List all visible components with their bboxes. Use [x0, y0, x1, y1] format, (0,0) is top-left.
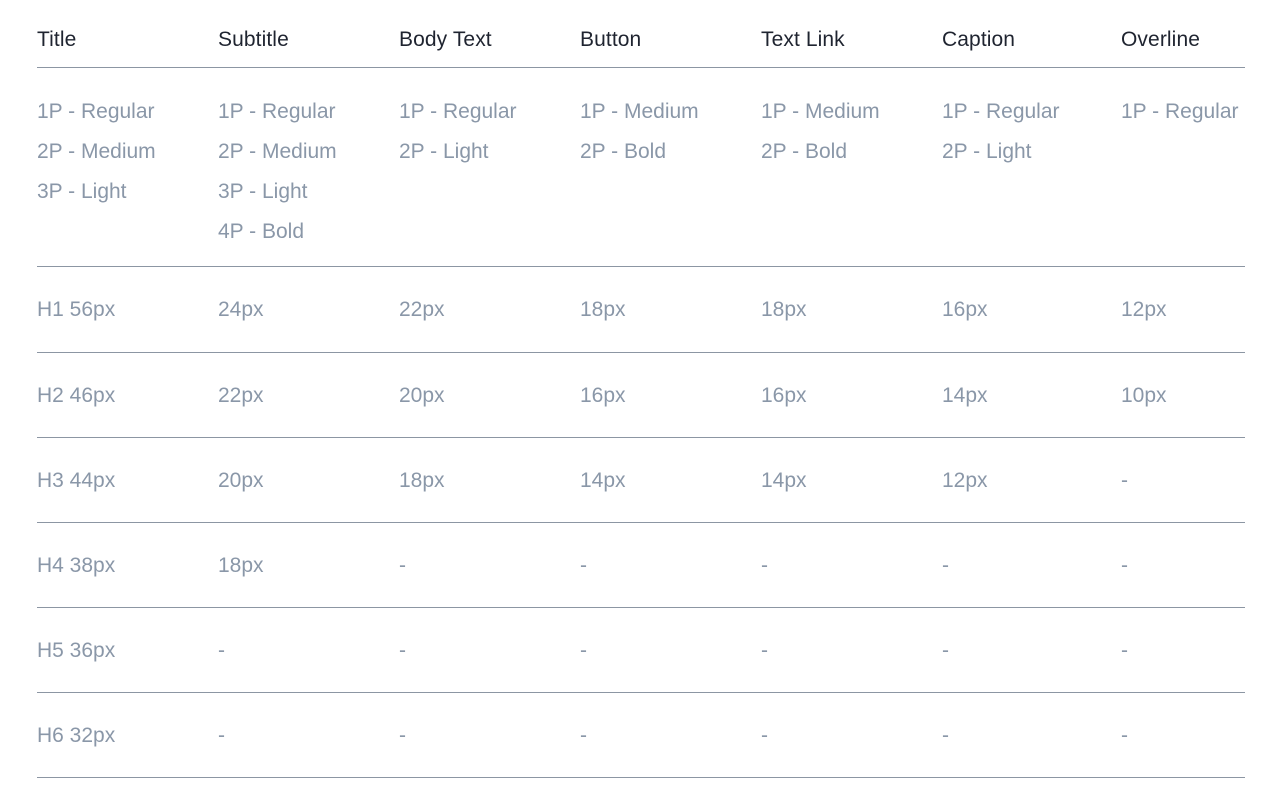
size-cell: H6 32px — [37, 723, 116, 747]
size-cell: - — [942, 553, 949, 577]
size-cell: H2 46px — [37, 383, 116, 407]
size-cell: - — [218, 638, 225, 662]
weight-option: 1P - Regular — [1121, 100, 1239, 123]
subtitle-weights-cell: 1P - Regular 2P - Medium 3P - Light 4P -… — [218, 68, 399, 252]
table-header-row: Title Subtitle Body Text Button Text Lin… — [37, 0, 1245, 68]
size-cell: 12px — [1121, 298, 1167, 321]
size-cell: - — [399, 553, 406, 577]
size-cell: - — [761, 723, 768, 747]
weight-option: 1P - Medium — [761, 100, 880, 123]
size-cell: - — [1121, 638, 1128, 662]
size-cell: - — [942, 638, 949, 662]
size-cell: - — [1121, 553, 1128, 577]
size-cell: 18px — [399, 468, 445, 492]
size-cell: - — [218, 723, 225, 747]
font-weights-row: 1P - Regular 2P - Medium 3P - Light 1P -… — [37, 68, 1245, 267]
size-row-h1: H1 56px 24px 22px 18px 18px 16px 12px — [37, 267, 1245, 353]
column-header-overline: Overline — [1121, 28, 1200, 51]
size-row-h5: H5 36px - - - - - - — [37, 608, 1245, 693]
size-cell: 18px — [761, 298, 807, 321]
size-cell: H1 56px — [37, 298, 116, 321]
title-weights-cell: 1P - Regular 2P - Medium 3P - Light — [37, 68, 218, 212]
size-cell: - — [1121, 468, 1128, 492]
weight-option: 1P - Regular — [399, 100, 517, 123]
size-cell: 22px — [218, 383, 264, 407]
size-row-h3: H3 44px 20px 18px 14px 14px 12px - — [37, 438, 1245, 523]
size-cell: - — [942, 723, 949, 747]
weight-option: 1P - Regular — [218, 100, 336, 123]
size-cell: - — [580, 638, 587, 662]
weight-option: 3P - Light — [218, 180, 308, 203]
column-header-subtitle: Subtitle — [218, 28, 289, 51]
text-link-weights-cell: 1P - Medium 2P - Bold — [761, 68, 942, 172]
button-weights-cell: 1P - Medium 2P - Bold — [580, 68, 761, 172]
column-header-title: Title — [37, 28, 77, 51]
weight-option: 1P - Regular — [37, 100, 155, 123]
size-cell: 14px — [761, 468, 807, 492]
size-cell: 16px — [580, 383, 626, 407]
size-cell: H5 36px — [37, 638, 116, 662]
column-header-caption: Caption — [942, 28, 1016, 51]
size-row-h4: H4 38px 18px - - - - - — [37, 523, 1245, 608]
size-cell: 22px — [399, 298, 445, 321]
weight-option: 2P - Bold — [580, 140, 666, 163]
weight-option: 2P - Bold — [761, 140, 847, 163]
size-cell: 14px — [942, 383, 988, 407]
size-cell: 16px — [942, 298, 988, 321]
size-cell: - — [1121, 723, 1128, 747]
size-cell: - — [399, 638, 406, 662]
size-row-h2: H2 46px 22px 20px 16px 16px 14px 10px — [37, 353, 1245, 438]
size-cell: - — [761, 553, 768, 577]
size-cell: - — [399, 723, 406, 747]
weight-option: 2P - Light — [399, 140, 489, 163]
size-cell: 10px — [1121, 383, 1167, 407]
size-cell: H3 44px — [37, 468, 116, 492]
size-cell: - — [580, 553, 587, 577]
caption-weights-cell: 1P - Regular 2P - Light — [942, 68, 1121, 172]
size-cell: 14px — [580, 468, 626, 492]
size-cell: - — [761, 638, 768, 662]
size-cell: 16px — [761, 383, 807, 407]
size-cell: 12px — [942, 468, 988, 492]
body-text-weights-cell: 1P - Regular 2P - Light — [399, 68, 580, 172]
size-cell: 20px — [399, 383, 445, 407]
column-header-button: Button — [580, 28, 642, 51]
column-header-body-text: Body Text — [399, 28, 492, 51]
column-header-text-link: Text Link — [761, 28, 845, 51]
weight-option: 2P - Light — [942, 140, 1032, 163]
weight-option: 3P - Light — [37, 180, 127, 203]
size-row-h6: H6 32px - - - - - - — [37, 693, 1245, 778]
weight-option: 4P - Bold — [218, 220, 304, 243]
size-cell: - — [580, 723, 587, 747]
weight-option: 2P - Medium — [218, 140, 337, 163]
typography-table: Title Subtitle Body Text Button Text Lin… — [37, 0, 1245, 778]
size-cell: H4 38px — [37, 553, 116, 577]
overline-weights-cell: 1P - Regular — [1121, 68, 1245, 132]
weight-option: 1P - Medium — [580, 100, 699, 123]
size-cell: 20px — [218, 468, 264, 492]
weight-option: 1P - Regular — [942, 100, 1060, 123]
size-cell: 18px — [218, 553, 264, 577]
size-cell: 18px — [580, 298, 626, 321]
size-cell: 24px — [218, 298, 264, 321]
weight-option: 2P - Medium — [37, 140, 156, 163]
